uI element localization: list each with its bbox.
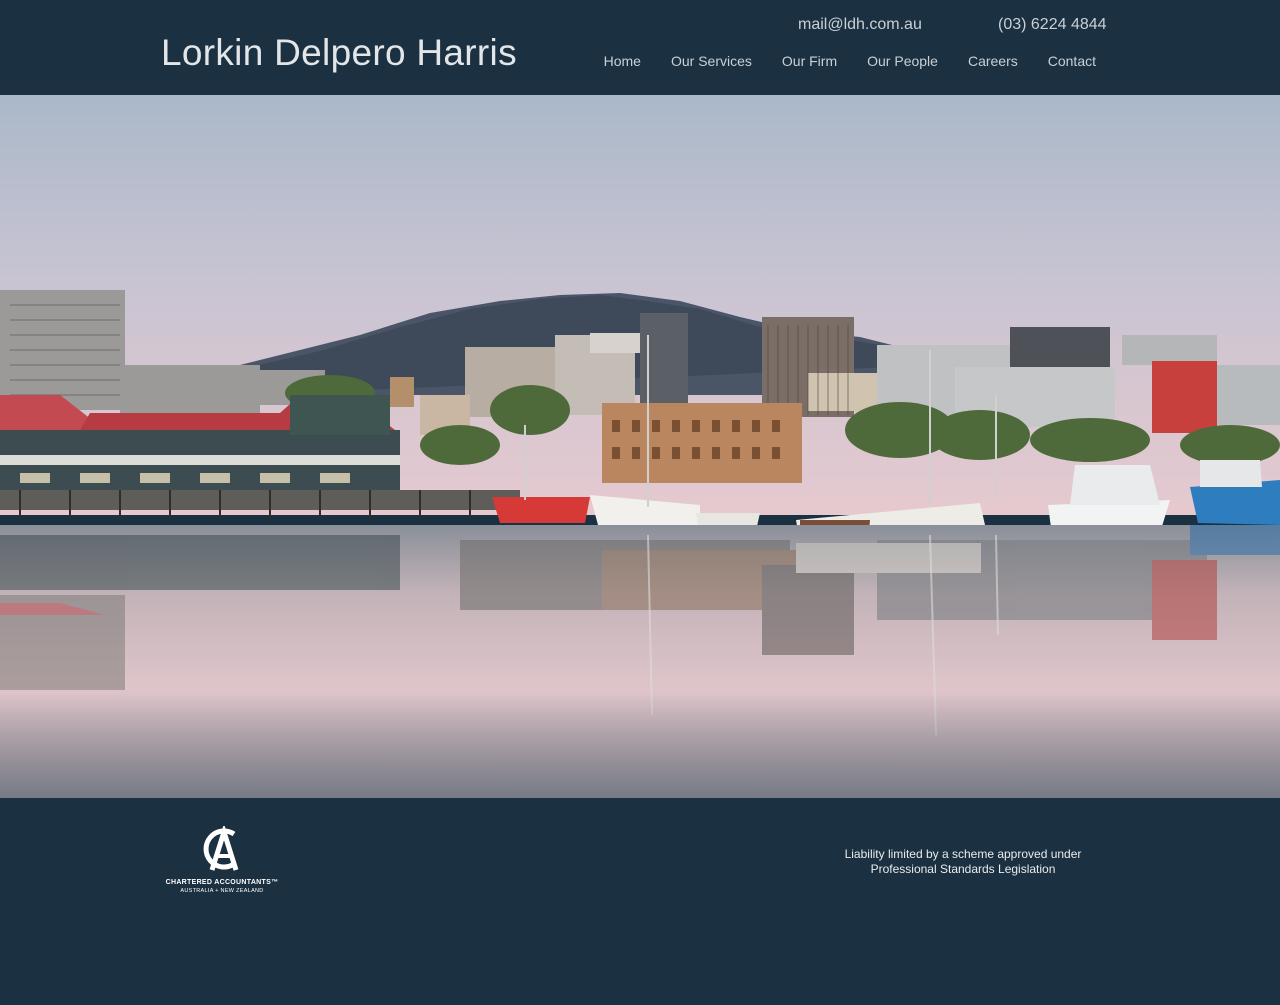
main-nav: Home Our Services Our Firm Our People Ca… [589, 52, 1096, 70]
ca-monogram-icon [203, 826, 239, 871]
nav-item-our-people[interactable]: Our People [852, 52, 953, 70]
hero-image [0, 95, 1280, 798]
nav-item-contact[interactable]: Contact [1033, 52, 1096, 70]
nav-item-careers[interactable]: Careers [953, 52, 1033, 70]
chartered-accountants-logo[interactable]: CHARTERED ACCOUNTANTS™ AUSTRALIA + NEW Z… [160, 826, 284, 898]
site-header: Lorkin Delpero Harris mail@ldh.com.au (0… [0, 0, 1280, 95]
liability-line-2: Professional Standards Legislation [870, 862, 1056, 876]
nav-item-home[interactable]: Home [589, 52, 656, 70]
nav-item-our-firm[interactable]: Our Firm [767, 52, 852, 70]
site-title[interactable]: Lorkin Delpero Harris [161, 32, 517, 74]
email-link[interactable]: mail@ldh.com.au [798, 16, 922, 34]
phone-number[interactable]: (03) 6224 4844 [998, 16, 1107, 34]
nav-item-our-services[interactable]: Our Services [656, 52, 767, 70]
liability-notice: Liability limited by a scheme approved u… [820, 847, 1106, 877]
harbour-scene [0, 95, 1280, 798]
logo-line-1: CHARTERED ACCOUNTANTS™ [165, 879, 279, 886]
liability-line-1: Liability limited by a scheme approved u… [844, 847, 1082, 861]
site-footer: CHARTERED ACCOUNTANTS™ AUSTRALIA + NEW Z… [0, 798, 1280, 1005]
logo-line-2: AUSTRALIA + NEW ZEALAND [180, 888, 264, 894]
